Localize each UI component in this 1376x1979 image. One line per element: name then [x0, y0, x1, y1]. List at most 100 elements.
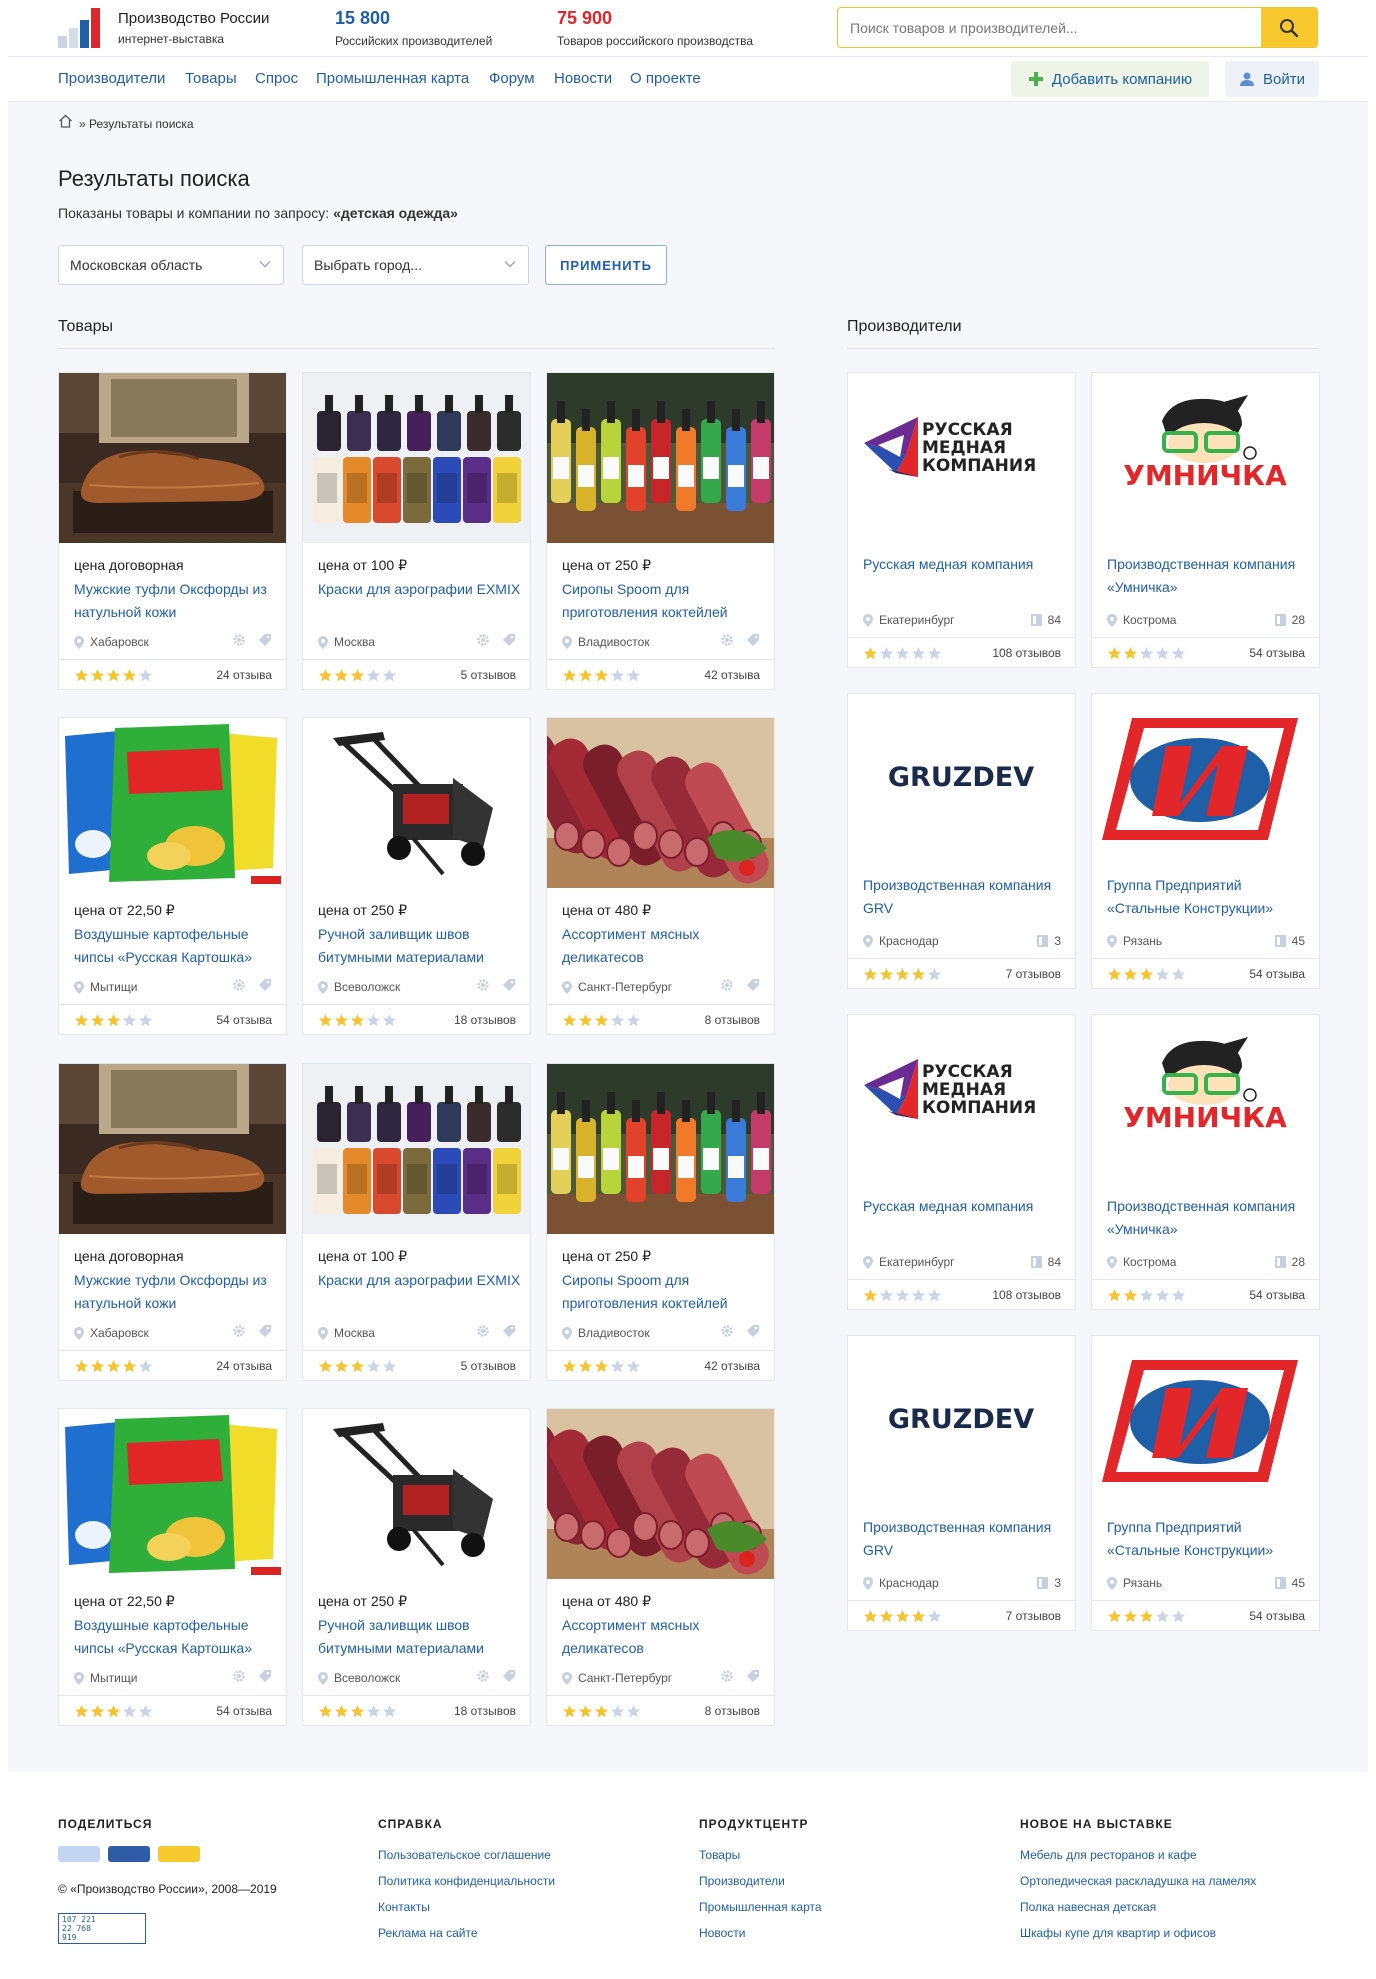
nav-item-demand[interactable]: Спрос [255, 70, 298, 87]
maker-logo[interactable] [1092, 694, 1319, 864]
product-image[interactable] [547, 373, 774, 543]
nav-item-about[interactable]: О проекте [630, 70, 701, 87]
settings-icon[interactable] [720, 633, 734, 647]
product-image[interactable] [303, 373, 530, 543]
tag-icon[interactable] [502, 1669, 516, 1683]
settings-icon[interactable] [476, 633, 490, 647]
product-card[interactable]: цена от 480 ₽ Ассортимент мясных деликат… [546, 717, 775, 1035]
maker-name-link[interactable]: Производственная компания «Умничка» [1107, 1195, 1312, 1241]
reviews-link[interactable]: 42 отзыва [704, 668, 760, 682]
reviews-link[interactable]: 54 отзыва [1249, 967, 1305, 981]
maker-name-link[interactable]: Производственная компания GRV [863, 1516, 1068, 1562]
settings-icon[interactable] [720, 978, 734, 992]
nav-item-makers[interactable]: Производители [58, 70, 165, 87]
reviews-link[interactable]: 54 отзыва [216, 1013, 272, 1027]
tag-icon[interactable] [258, 633, 272, 647]
product-name-link[interactable]: Мужские туфли Оксфорды из натульной кожи [74, 578, 279, 624]
settings-icon[interactable] [232, 1324, 246, 1338]
reviews-link[interactable]: 42 отзыва [704, 1359, 760, 1373]
settings-icon[interactable] [476, 1669, 490, 1683]
site-logo[interactable] [58, 8, 103, 48]
maker-name-link[interactable]: Русская медная компания [863, 1195, 1068, 1218]
footer-link[interactable]: Пользовательское соглашение [378, 1848, 551, 1862]
maker-card[interactable]: GRUZDEV Производственная компания GRV Кр… [847, 693, 1076, 989]
search-input[interactable] [838, 8, 1262, 47]
product-name-link[interactable]: Ручной заливщик швов битумными материала… [318, 1614, 523, 1660]
tag-icon[interactable] [502, 978, 516, 992]
maker-name-link[interactable]: Производственная компания GRV [863, 874, 1068, 920]
maker-card[interactable]: GRUZDEV Производственная компания GRV Кр… [847, 1335, 1076, 1631]
settings-icon[interactable] [476, 1324, 490, 1338]
footer-link[interactable]: Контакты [378, 1900, 430, 1914]
maker-name-link[interactable]: Русская медная компания [863, 553, 1068, 576]
settings-icon[interactable] [476, 978, 490, 992]
maker-card[interactable]: УМНИЧКА Производственная компания «Умнич… [1091, 372, 1320, 668]
nav-item-goods[interactable]: Товары [185, 70, 237, 87]
footer-link[interactable]: Промышленная карта [699, 1900, 822, 1914]
product-name-link[interactable]: Ручной заливщик швов битумными материала… [318, 923, 523, 969]
settings-icon[interactable] [232, 978, 246, 992]
tag-icon[interactable] [258, 1669, 272, 1683]
product-name-link[interactable]: Ассортимент мясных деликатесов [562, 1614, 767, 1660]
reviews-link[interactable]: 5 отзывов [461, 1359, 516, 1373]
tag-icon[interactable] [502, 633, 516, 647]
product-image[interactable] [547, 1064, 774, 1234]
settings-icon[interactable] [232, 1669, 246, 1683]
apply-button[interactable]: ПРИМЕНИТЬ [545, 245, 667, 285]
reviews-link[interactable]: 7 отзывов [1006, 1609, 1061, 1623]
tag-icon[interactable] [258, 978, 272, 992]
product-image[interactable] [547, 718, 774, 888]
product-card[interactable]: цена от 250 ₽ Сиропы Spoom для приготовл… [546, 372, 775, 690]
product-image[interactable] [547, 1409, 774, 1579]
tag-icon[interactable] [746, 978, 760, 992]
maker-logo[interactable]: РУССКАЯ МЕДНАЯ КОМПАНИЯ [848, 1015, 1075, 1185]
logo-title[interactable]: Производство России [118, 10, 269, 27]
maker-card[interactable]: РУССКАЯ МЕДНАЯ КОМПАНИЯ Русская медная ком… [847, 1014, 1076, 1310]
nav-item-forum[interactable]: Форум [489, 70, 535, 87]
product-name-link[interactable]: Ассортимент мясных деликатесов [562, 923, 767, 969]
product-name-link[interactable]: Воздушные картофельные чипсы «Русская Ка… [74, 923, 279, 969]
footer-link[interactable]: Политика конфиденциальности [378, 1874, 555, 1888]
product-card[interactable]: цена от 480 ₽ Ассортимент мясных деликат… [546, 1408, 775, 1726]
visit-counter[interactable]: 107 221 22 768 919 [58, 1913, 146, 1944]
product-card[interactable]: цена от 22,50 ₽ Воздушные картофельные ч… [58, 717, 287, 1035]
maker-card[interactable]: УМНИЧКА Производственная компания «Умнич… [1091, 1014, 1320, 1310]
maker-logo[interactable]: РУССКАЯ МЕДНАЯ КОМПАНИЯ [848, 373, 1075, 543]
reviews-link[interactable]: 18 отзывов [454, 1013, 516, 1027]
reviews-link[interactable]: 24 отзыва [216, 1359, 272, 1373]
footer-link[interactable]: Товары [699, 1848, 740, 1862]
product-image[interactable] [303, 1409, 530, 1579]
settings-icon[interactable] [720, 1324, 734, 1338]
product-image[interactable] [303, 1064, 530, 1234]
product-image[interactable] [59, 1409, 286, 1579]
reviews-link[interactable]: 54 отзыва [216, 1704, 272, 1718]
footer-link[interactable]: Шкафы купе для квартир и офисов [1020, 1926, 1216, 1940]
maker-logo[interactable]: УМНИЧКА [1092, 373, 1319, 543]
product-card[interactable]: цена от 100 ₽ Краски для аэрографии EXMI… [302, 372, 531, 690]
share-button-3[interactable] [158, 1846, 200, 1862]
footer-link[interactable]: Новости [699, 1926, 745, 1940]
tag-icon[interactable] [746, 633, 760, 647]
maker-logo[interactable]: GRUZDEV [848, 694, 1075, 864]
maker-logo[interactable] [1092, 1336, 1319, 1506]
product-card[interactable]: цена от 22,50 ₽ Воздушные картофельные ч… [58, 1408, 287, 1726]
product-card[interactable]: цена от 250 ₽ Ручной заливщик швов битум… [302, 717, 531, 1035]
login-button[interactable]: Войти [1225, 61, 1319, 97]
footer-link[interactable]: Производители [699, 1874, 785, 1888]
footer-link[interactable]: Ортопедическая раскладушка на ламелях [1020, 1874, 1256, 1888]
product-name-link[interactable]: Сиропы Spoom для приготовления коктейлей [562, 578, 767, 624]
product-name-link[interactable]: Воздушные картофельные чипсы «Русская Ка… [74, 1614, 279, 1660]
nav-item-industrial-map[interactable]: Промышленная карта [316, 70, 469, 87]
product-name-link[interactable]: Мужские туфли Оксфорды из натульной кожи [74, 1269, 279, 1315]
product-card[interactable]: цена договорная Мужские туфли Оксфорды и… [58, 372, 287, 690]
home-icon[interactable] [58, 114, 73, 128]
maker-logo[interactable]: GRUZDEV [848, 1336, 1075, 1506]
search-button[interactable] [1261, 8, 1317, 47]
product-name-link[interactable]: Краски для аэрографии EXMIX [318, 578, 523, 601]
tag-icon[interactable] [746, 1669, 760, 1683]
reviews-link[interactable]: 54 отзыва [1249, 1288, 1305, 1302]
reviews-link[interactable]: 108 отзывов [992, 646, 1061, 660]
maker-name-link[interactable]: Производственная компания «Умничка» [1107, 553, 1312, 599]
footer-link[interactable]: Мебель для ресторанов и кафе [1020, 1848, 1197, 1862]
product-image[interactable] [59, 1064, 286, 1234]
